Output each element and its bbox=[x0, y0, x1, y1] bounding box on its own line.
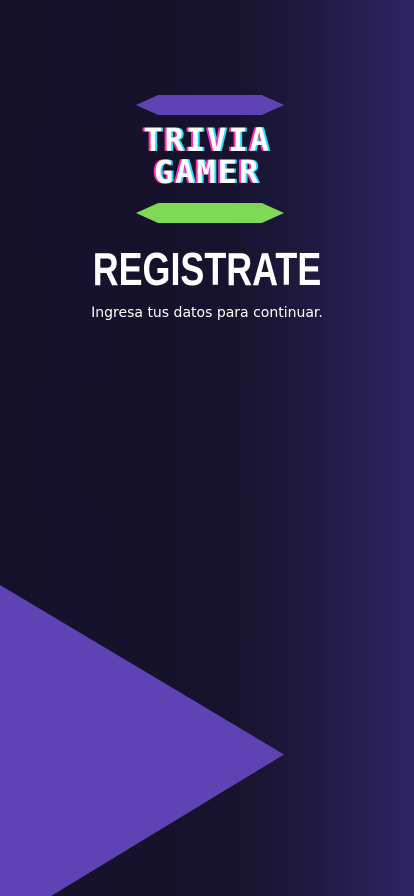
logo-top-hexagon-bar bbox=[136, 95, 284, 115]
register-screen: TRIVIA GAMER REGISTRATE Ingresa tus dato… bbox=[0, 0, 414, 896]
decorative-triangle bbox=[0, 585, 284, 896]
logo-text-line-2: GAMER bbox=[153, 153, 261, 191]
page-title: REGISTRATE bbox=[92, 243, 322, 295]
logo-bottom-hexagon-bar bbox=[136, 203, 284, 223]
logo-text-line-1: TRIVIA bbox=[143, 121, 271, 159]
page-subtitle: Ingresa tus datos para continuar. bbox=[91, 305, 323, 321]
